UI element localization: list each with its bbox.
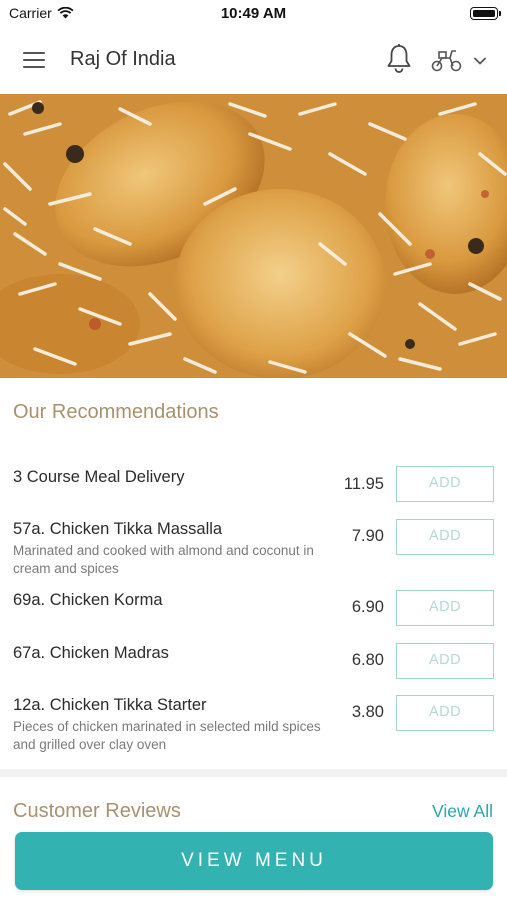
hamburger-menu-icon[interactable]: [20, 47, 48, 73]
dish-description: Pieces of chicken marinated in selected …: [13, 719, 321, 752]
status-time: 10:49 AM: [220, 5, 287, 22]
status-bar: Carrier 10:49 AM: [0, 0, 507, 26]
dish-name: 3 Course Meal Delivery: [13, 468, 185, 486]
dish-price: 3.80: [351, 703, 384, 721]
chevron-down-icon[interactable]: [470, 51, 490, 71]
battery-icon: [470, 7, 501, 20]
add-button[interactable]: ADD: [396, 695, 494, 731]
dish-name: 12a. Chicken Tikka Starter: [13, 696, 207, 714]
add-button[interactable]: ADD: [396, 466, 494, 502]
dish-name: 69a. Chicken Korma: [13, 591, 163, 609]
dish-price: 6.90: [351, 598, 384, 616]
dish-description: Marinated and cooked with almond and coc…: [13, 543, 314, 576]
scooter-icon[interactable]: [430, 46, 464, 74]
section-divider: [0, 769, 507, 777]
bell-icon[interactable]: [384, 43, 414, 75]
dish-price: 7.90: [351, 527, 384, 545]
view-all-link[interactable]: View All: [432, 801, 493, 822]
add-button[interactable]: ADD: [396, 643, 494, 679]
view-menu-button[interactable]: VIEW MENU: [15, 832, 493, 890]
add-button[interactable]: ADD: [396, 519, 494, 555]
dish-price: 11.95: [343, 475, 384, 493]
dish-name: 57a. Chicken Tikka Massalla: [13, 520, 223, 538]
dish-name: 67a. Chicken Madras: [13, 644, 169, 662]
reviews-title: Customer Reviews: [13, 800, 181, 822]
hero-illustration: [0, 94, 507, 378]
page-title: Raj Of India: [70, 48, 176, 70]
recommendations-title: Our Recommendations: [13, 401, 219, 423]
add-button[interactable]: ADD: [396, 590, 494, 626]
dish-price: 6.80: [351, 651, 384, 669]
hero-food-image: [0, 94, 507, 378]
app-header: Raj Of India: [0, 26, 507, 94]
